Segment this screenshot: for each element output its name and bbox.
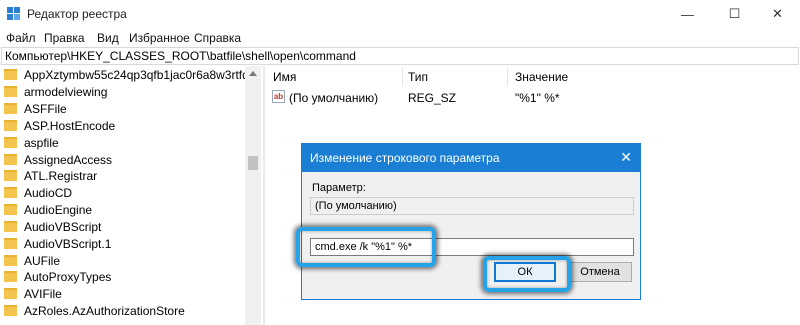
column-header-name[interactable]: Имя: [273, 70, 296, 84]
folder-icon: [4, 255, 17, 266]
tree-item[interactable]: AppXztymbw55c24qp3qfb1jac0r6a8w3rtfq: [4, 66, 249, 83]
tree-item[interactable]: AssignedAccess: [4, 151, 112, 168]
column-header-value[interactable]: Значение: [515, 70, 568, 84]
tree-item-label: ASP.HostEncode: [24, 118, 116, 133]
maximize-button[interactable]: ☐: [712, 0, 757, 28]
folder-icon: [4, 305, 17, 316]
address-bar[interactable]: Компьютер\HKEY_CLASSES_ROOT\batfile\shel…: [1, 47, 799, 65]
tree-item-label: ASFFile: [24, 101, 67, 116]
folder-icon: [4, 271, 17, 282]
tree-scrollbar[interactable]: [245, 66, 261, 325]
folder-icon: [4, 204, 17, 215]
tree-item[interactable]: AudioVBScript.1: [4, 235, 111, 252]
folder-icon: [4, 170, 17, 181]
column-divider[interactable]: [402, 68, 403, 86]
tree-item-label: ATL.Registrar: [24, 168, 98, 183]
folder-icon: [4, 154, 17, 165]
tree-item[interactable]: AutoProxyTypes: [4, 268, 111, 285]
folder-icon: [4, 120, 17, 131]
folder-icon: [4, 137, 17, 148]
regedit-icon: [7, 7, 20, 20]
folder-icon: [4, 103, 17, 114]
menu-view[interactable]: Вид: [97, 31, 119, 45]
dialog-title-bar: Изменение строкового параметра: [302, 144, 640, 172]
tree-item-label: AutoProxyTypes: [24, 269, 112, 284]
folder-icon: [4, 288, 17, 299]
pane-splitter[interactable]: [263, 66, 265, 325]
tree-item-label: AudioEngine: [24, 202, 93, 217]
cancel-button[interactable]: Отмена: [568, 262, 632, 282]
tree-item[interactable]: AudioVBScript: [4, 218, 101, 235]
tree-item[interactable]: AUFile: [4, 252, 60, 269]
menu-favorites[interactable]: Избранное: [129, 31, 190, 45]
tree-item[interactable]: AudioCD: [4, 184, 72, 201]
title-bar: Редактор реестра — ☐ ✕: [0, 0, 800, 28]
tree-item-label: aspfile: [24, 135, 59, 150]
scrollbar-thumb[interactable]: [248, 156, 258, 170]
tree-item-label: AudioCD: [24, 185, 73, 200]
tree-item-label: AudioVBScript.1: [24, 236, 112, 251]
window-title: Редактор реестра: [27, 7, 127, 21]
tree-item[interactable]: armodelviewing: [4, 83, 107, 100]
tree-item-label: AVIFile: [24, 286, 62, 301]
value-name: (По умолчанию): [289, 91, 379, 105]
tree-item[interactable]: AVIFile: [4, 285, 62, 302]
tree-item-label: armodelviewing: [24, 84, 108, 99]
dialog-close-icon[interactable]: ✕: [620, 149, 632, 166]
tree-item[interactable]: AudioEngine: [4, 201, 92, 218]
scroll-up-icon[interactable]: [249, 71, 257, 76]
tree-item[interactable]: ASFFile: [4, 100, 67, 117]
folder-icon: [4, 187, 17, 198]
menu-edit[interactable]: Правка: [44, 31, 85, 45]
tree-item[interactable]: ATL.Registrar: [4, 167, 97, 184]
parameter-label: Параметр:: [312, 182, 366, 194]
tree-item[interactable]: aspfile: [4, 134, 59, 151]
registry-tree: AppXztymbw55c24qp3qfb1jac0r6a8w3rtfq arm…: [0, 66, 261, 325]
edit-string-dialog: Изменение строкового параметра ✕ Парамет…: [301, 143, 641, 300]
ok-button-highlight: [483, 256, 571, 292]
column-divider[interactable]: [507, 68, 508, 86]
folder-icon: [4, 86, 17, 97]
tree-item[interactable]: ASP.HostEncode: [4, 117, 115, 134]
parameter-name-field: (По умолчанию): [310, 197, 634, 215]
folder-icon: [4, 69, 17, 80]
column-header-type[interactable]: Тип: [408, 70, 428, 84]
menu-file[interactable]: Файл: [6, 31, 36, 45]
value-input-highlight: [296, 227, 436, 267]
close-button[interactable]: ✕: [755, 0, 800, 28]
tree-item-label: AzRoles.AzAuthorizationStore: [24, 303, 185, 318]
value-data: "%1" %*: [515, 91, 560, 105]
dialog-title: Изменение строкового параметра: [310, 151, 500, 165]
value-row-default[interactable]: ab (По умолчанию) REG_SZ "%1" %*: [267, 88, 800, 106]
folder-icon: [4, 238, 17, 249]
tree-item-label: AUFile: [24, 253, 61, 268]
menu-bar: Файл Правка Вид Избранное Справка: [0, 28, 800, 48]
string-value-icon: ab: [272, 90, 285, 103]
tree-item-label: AudioVBScript: [24, 219, 102, 234]
value-type: REG_SZ: [408, 91, 457, 105]
menu-help[interactable]: Справка: [194, 31, 241, 45]
tree-item-label: AssignedAccess: [24, 152, 113, 167]
minimize-button[interactable]: —: [665, 0, 710, 28]
tree-item[interactable]: AzRoles.AzAuthorizationStore: [4, 302, 185, 319]
folder-icon: [4, 221, 17, 232]
tree-item-label: AppXztymbw55c24qp3qfb1jac0r6a8w3rtfq: [24, 67, 249, 82]
